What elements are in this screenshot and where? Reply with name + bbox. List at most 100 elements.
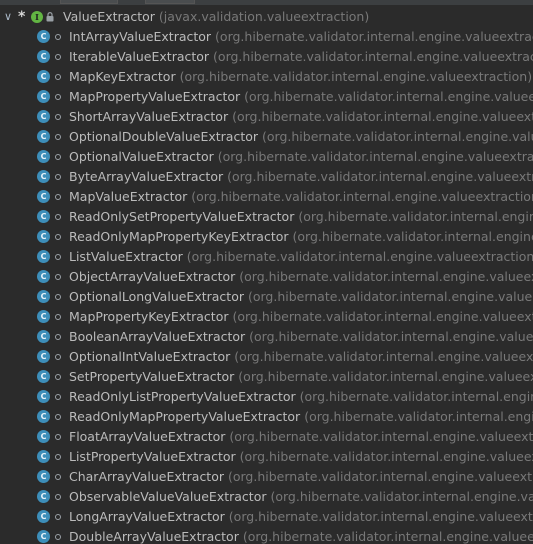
class-label: ReadOnlySetPropertyValueExtractor (org.h…	[69, 207, 533, 227]
class-icon: C	[37, 390, 50, 403]
class-label: MapPropertyValueExtractor (org.hibernate…	[69, 87, 533, 107]
class-icon: C	[37, 90, 50, 103]
root-type-label: ValueExtractor (javax.validation.valueex…	[63, 7, 369, 27]
package-private-icon	[55, 374, 61, 380]
tree-node-class[interactable]: C ReadOnlyListPropertyValueExtractor (org…	[0, 387, 533, 407]
tree-node-class[interactable]: C DoubleArrayValueExtractor (org.hibernat…	[0, 527, 533, 544]
class-icon: C	[37, 210, 50, 223]
class-name: MapValueExtractor	[69, 189, 188, 204]
tree-node-class[interactable]: C OptionalIntValueExtractor (org.hibernat…	[0, 347, 533, 367]
class-name: LongArrayValueExtractor	[69, 509, 225, 524]
package-private-icon	[55, 394, 61, 400]
class-icon: C	[37, 330, 50, 343]
tree-node-class[interactable]: C OptionalValueExtractor (org.hibernate.v…	[0, 147, 533, 167]
tree-node-class[interactable]: C IterableValueExtractor (org.hibernate.v…	[0, 47, 533, 67]
class-icon: C	[37, 230, 50, 243]
tree-node-class[interactable]: C ReadOnlyMapPropertyValueExtractor (org.…	[0, 407, 533, 427]
class-package: (org.hibernate.validator.internal.engine…	[298, 209, 533, 224]
class-package: (org.hibernate.validator.internal.engine…	[247, 289, 533, 304]
package-private-icon	[55, 354, 61, 360]
class-name: ReadOnlyListPropertyValueExtractor	[69, 389, 296, 404]
class-label: DoubleArrayValueExtractor (org.hibernate…	[69, 527, 533, 544]
class-label: OptionalLongValueExtractor (org.hibernat…	[69, 287, 533, 307]
package-private-icon	[55, 254, 61, 260]
tree-node-class[interactable]: C FloatArrayValueExtractor (org.hibernate…	[0, 427, 533, 447]
class-label: MapKeyExtractor (org.hibernate.validator…	[69, 67, 532, 87]
tree-node-class[interactable]: C MapKeyExtractor (org.hibernate.validato…	[0, 67, 533, 87]
class-label: ObjectArrayValueExtractor (org.hibernate…	[69, 267, 533, 287]
class-icon: C	[37, 110, 50, 123]
class-label: ReadOnlyMapPropertyKeyExtractor (org.hib…	[69, 227, 533, 247]
toolbar-tab-edge	[60, 0, 118, 4]
type-hierarchy-panel: ∨ * I ValueExtractor (javax.validation.v…	[0, 0, 533, 544]
class-icon: C	[37, 50, 50, 63]
package-private-icon	[55, 474, 61, 480]
tree-node-class[interactable]: C ListValueExtractor (org.hibernate.valid…	[0, 247, 533, 267]
class-label: OptionalDoubleValueExtractor (org.hibern…	[69, 127, 533, 147]
tree-node-class[interactable]: C BooleanArrayValueExtractor (org.hiberna…	[0, 327, 533, 347]
class-name: ListPropertyValueExtractor	[69, 449, 236, 464]
class-package: (org.hibernate.validator.internal.engine…	[238, 369, 533, 384]
tree-node-class[interactable]: C ObjectArrayValueExtractor (org.hibernat…	[0, 267, 533, 287]
class-icon: C	[37, 350, 50, 363]
class-name: MapKeyExtractor	[69, 69, 176, 84]
class-name: ReadOnlyMapPropertyKeyExtractor	[69, 229, 289, 244]
tree-node-class[interactable]: C ByteArrayValueExtractor (org.hibernate.…	[0, 167, 533, 187]
tree-node-class[interactable]: C ReadOnlySetPropertyValueExtractor (org.…	[0, 207, 533, 227]
class-package: (org.hibernate.validator.internal.engine…	[262, 129, 533, 144]
class-label: ByteArrayValueExtractor (org.hibernate.v…	[69, 167, 533, 187]
tree-node-class[interactable]: C SetPropertyValueExtractor (org.hibernat…	[0, 367, 533, 387]
tree-node-class[interactable]: C CharArrayValueExtractor (org.hibernate.…	[0, 467, 533, 487]
tree-node-class[interactable]: C OptionalLongValueExtractor (org.hiberna…	[0, 287, 533, 307]
tree-node-class[interactable]: C IntArrayValueExtractor (org.hibernate.v…	[0, 27, 533, 47]
class-label: OptionalValueExtractor (org.hibernate.va…	[69, 147, 533, 167]
class-package: (org.hibernate.validator.internal.engine…	[229, 429, 533, 444]
class-name: FloatArrayValueExtractor	[69, 429, 226, 444]
tree-node-class[interactable]: C OptionalDoubleValueExtractor (org.hiber…	[0, 127, 533, 147]
lock-icon	[46, 12, 54, 22]
tree-node-class[interactable]: C ObservableValueValueExtractor (org.hibe…	[0, 487, 533, 507]
class-label: MapPropertyKeyExtractor (org.hibernate.v…	[69, 307, 533, 327]
class-label: ShortArrayValueExtractor (org.hibernate.…	[69, 107, 533, 127]
class-label: MapValueExtractor (org.hibernate.validat…	[69, 187, 533, 207]
class-package: (org.hibernate.validator.internal.engine…	[232, 309, 533, 324]
tree-node-class[interactable]: C MapPropertyKeyExtractor (org.hibernate.…	[0, 307, 533, 327]
class-icon: C	[37, 290, 50, 303]
class-label: SetPropertyValueExtractor (org.hibernate…	[69, 367, 533, 387]
class-label: ReadOnlyMapPropertyValueExtractor (org.h…	[69, 407, 533, 427]
tree-node-class[interactable]: C ShortArrayValueExtractor (org.hibernate…	[0, 107, 533, 127]
class-icon: C	[37, 470, 50, 483]
class-icon: C	[37, 450, 50, 463]
tree-node-class[interactable]: C ListPropertyValueExtractor (org.hiberna…	[0, 447, 533, 467]
class-package: (org.hibernate.validator.internal.engine…	[244, 89, 533, 104]
tree-node-class[interactable]: C MapValueExtractor (org.hibernate.valida…	[0, 187, 533, 207]
class-icon: C	[37, 190, 50, 203]
package-private-icon	[55, 314, 61, 320]
package-private-icon	[55, 174, 61, 180]
class-label: ObservableValueValueExtractor (org.hiber…	[69, 487, 533, 507]
class-name: IterableValueExtractor	[69, 49, 210, 64]
chevron-down-icon[interactable]: ∨	[3, 7, 13, 27]
class-package: (org.hibernate.validator.internal.engine…	[215, 29, 533, 44]
tree-node-class[interactable]: C MapPropertyValueExtractor (org.hibernat…	[0, 87, 533, 107]
package-private-icon	[55, 274, 61, 280]
class-name: MapPropertyValueExtractor	[69, 89, 241, 104]
class-icon: C	[37, 270, 50, 283]
class-package: (org.hibernate.validator.internal.engine…	[270, 489, 533, 504]
tree-root-node[interactable]: ∨ * I ValueExtractor (javax.validation.v…	[0, 7, 533, 27]
asterisk-marker: *	[18, 9, 26, 25]
interface-icon: I	[31, 11, 43, 23]
class-label: OptionalIntValueExtractor (org.hibernate…	[69, 347, 533, 367]
class-name: BooleanArrayValueExtractor	[69, 329, 246, 344]
class-package: (org.hibernate.validator.internal.engine…	[232, 109, 533, 124]
tree-node-class[interactable]: C ReadOnlyMapPropertyKeyExtractor (org.hi…	[0, 227, 533, 247]
class-name: ReadOnlySetPropertyValueExtractor	[69, 209, 295, 224]
package-private-icon	[55, 74, 61, 80]
class-icon: C	[37, 130, 50, 143]
class-label: FloatArrayValueExtractor (org.hibernate.…	[69, 427, 533, 447]
tree-node-class[interactable]: C LongArrayValueExtractor (org.hibernate.…	[0, 507, 533, 527]
class-package: (org.hibernate.validator.internal.engine…	[213, 49, 533, 64]
class-icon: C	[37, 530, 50, 543]
class-name: ListValueExtractor	[69, 249, 183, 264]
package-private-icon	[55, 234, 61, 240]
